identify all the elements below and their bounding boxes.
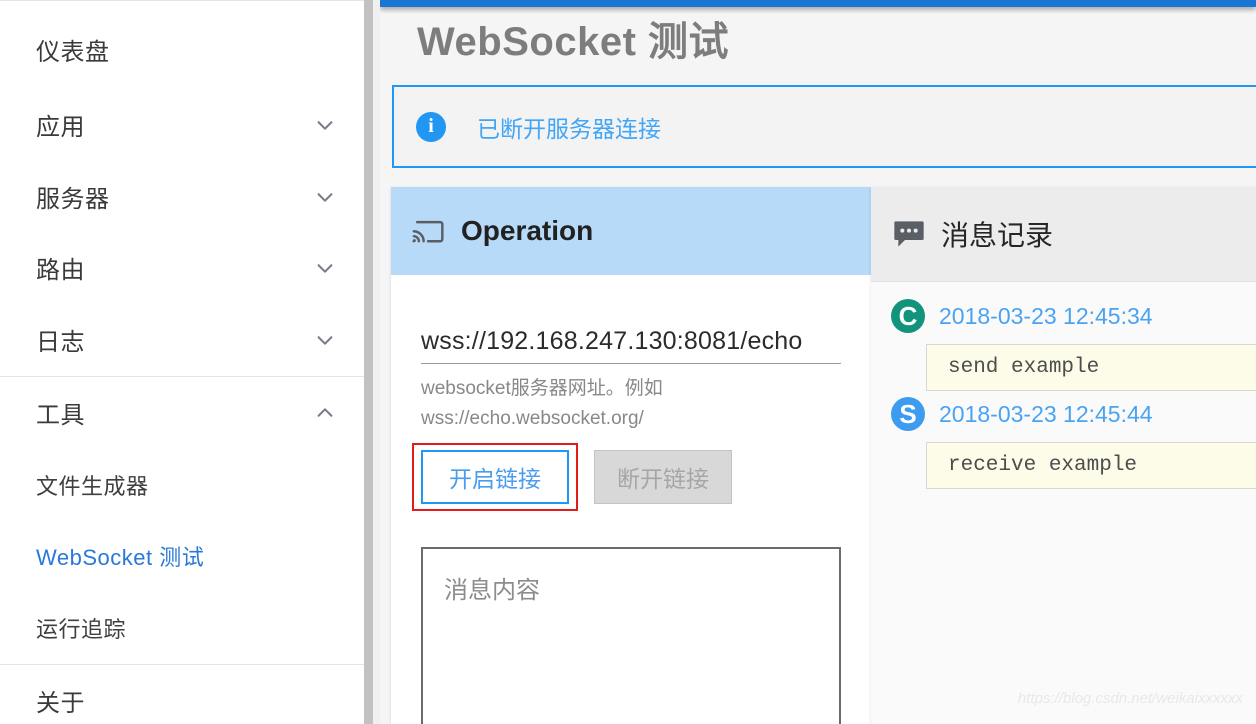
- chevron-up-icon[interactable]: [314, 402, 336, 424]
- url-hint-line-1: websocket服务器网址。例如: [421, 378, 663, 399]
- operation-card-title: Operation: [461, 215, 594, 246]
- sidebar-item-label: 路由: [36, 257, 85, 284]
- connection-status-alert: i 已断开服务器连接: [392, 85, 1256, 168]
- operation-card-header: Operation: [391, 187, 871, 275]
- sidebar-item-apps[interactable]: 应用: [0, 89, 364, 160]
- chevron-down-icon[interactable]: [314, 329, 336, 351]
- websocket-url-input[interactable]: wss://192.168.247.130:8081/echo: [421, 327, 841, 364]
- url-hint-line-2: wss://echo.websocket.org/: [421, 408, 644, 429]
- message-record-title: 消息记录: [941, 220, 1054, 251]
- sidebar-item-run-trace[interactable]: 运行追踪: [0, 592, 364, 663]
- info-icon: i: [416, 111, 446, 142]
- sidebar-item-label: 运行追踪: [36, 616, 127, 642]
- main-content: WebSocket 测试 i 已断开服务器连接 Operation wss://…: [380, 0, 1256, 724]
- server-avatar: S: [891, 397, 925, 431]
- websocket-url-hint: websocket服务器网址。例如 wss://echo.websocket.o…: [421, 374, 841, 434]
- message-record-card: 消息记录 C 2018-03-23 12:45:34 send example …: [871, 187, 1256, 724]
- sidebar-item-dashboard[interactable]: 仪表盘: [0, 14, 364, 85]
- sidebar-item-websocket-test[interactable]: WebSocket 测试: [0, 520, 364, 591]
- message-timestamp: 2018-03-23 12:45:34: [939, 302, 1153, 329]
- sidebar-nav: 仪表盘 应用 服务器 路由 日志 工具 文件生成器 WebSocket 测试 运…: [0, 0, 364, 724]
- sidebar-item-about[interactable]: 关于: [0, 665, 364, 724]
- message-bubble: send example: [926, 344, 1256, 391]
- sidebar-item-label: 工具: [36, 402, 85, 429]
- message-record-header: 消息记录: [871, 187, 1256, 282]
- sidebar-item-label: 日志: [36, 329, 85, 356]
- sidebar-item-label: WebSocket 测试: [36, 544, 205, 570]
- message-entry-meta: S 2018-03-23 12:45:44: [871, 397, 1256, 431]
- sidebar-top-divider: [0, 0, 364, 1]
- chevron-down-icon[interactable]: [314, 257, 336, 279]
- websocket-test-page: 仪表盘 应用 服务器 路由 日志 工具 文件生成器 WebSocket 测试 运…: [0, 0, 1256, 724]
- cast-connected-icon: [411, 216, 445, 246]
- app-toolbar: [380, 0, 1256, 7]
- message-bubble: receive example: [926, 442, 1256, 489]
- chat-bubble-icon: [893, 220, 925, 248]
- client-avatar: C: [891, 299, 925, 333]
- sidebar-item-label: 服务器: [36, 186, 110, 213]
- disconnect-button: 断开链接: [594, 450, 732, 504]
- sidebar-item-servers[interactable]: 服务器: [0, 161, 364, 232]
- sidebar-item-label: 关于: [36, 690, 85, 717]
- message-record-list: C 2018-03-23 12:45:34 send example S 201…: [871, 282, 1256, 489]
- chevron-down-icon[interactable]: [314, 186, 336, 208]
- message-entry-meta: C 2018-03-23 12:45:34: [871, 299, 1256, 333]
- message-content-placeholder: 消息内容: [444, 577, 540, 604]
- message-timestamp: 2018-03-23 12:45:44: [939, 400, 1153, 427]
- connection-status-text: 已断开服务器连接: [477, 115, 661, 142]
- message-content-textarea[interactable]: 消息内容: [421, 547, 841, 724]
- message-entry: C 2018-03-23 12:45:34 send example: [871, 299, 1256, 391]
- sidebar-item-logs[interactable]: 日志: [0, 304, 364, 375]
- connect-button[interactable]: 开启链接: [421, 450, 569, 504]
- connection-button-row: 开启链接 断开链接: [412, 443, 841, 520]
- operation-card: Operation wss://192.168.247.130:8081/ech…: [391, 187, 871, 724]
- sidebar-item-routes[interactable]: 路由: [0, 232, 364, 303]
- sidebar-item-label: 应用: [36, 114, 85, 141]
- chevron-down-icon[interactable]: [314, 114, 336, 136]
- sidebar-item-file-generator[interactable]: 文件生成器: [0, 449, 364, 520]
- sidebar-item-label: 文件生成器: [36, 473, 149, 499]
- sidebar-item-tools[interactable]: 工具: [0, 377, 364, 448]
- page-title: WebSocket 测试: [417, 20, 729, 64]
- page-scrollbar-thumb[interactable]: [364, 0, 373, 724]
- sidebar-item-label: 仪表盘: [36, 39, 110, 66]
- message-entry: S 2018-03-23 12:45:44 receive example: [871, 397, 1256, 489]
- websocket-url-value: wss://192.168.247.130:8081/echo: [421, 327, 803, 355]
- operation-card-body: wss://192.168.247.130:8081/echo websocke…: [391, 327, 871, 724]
